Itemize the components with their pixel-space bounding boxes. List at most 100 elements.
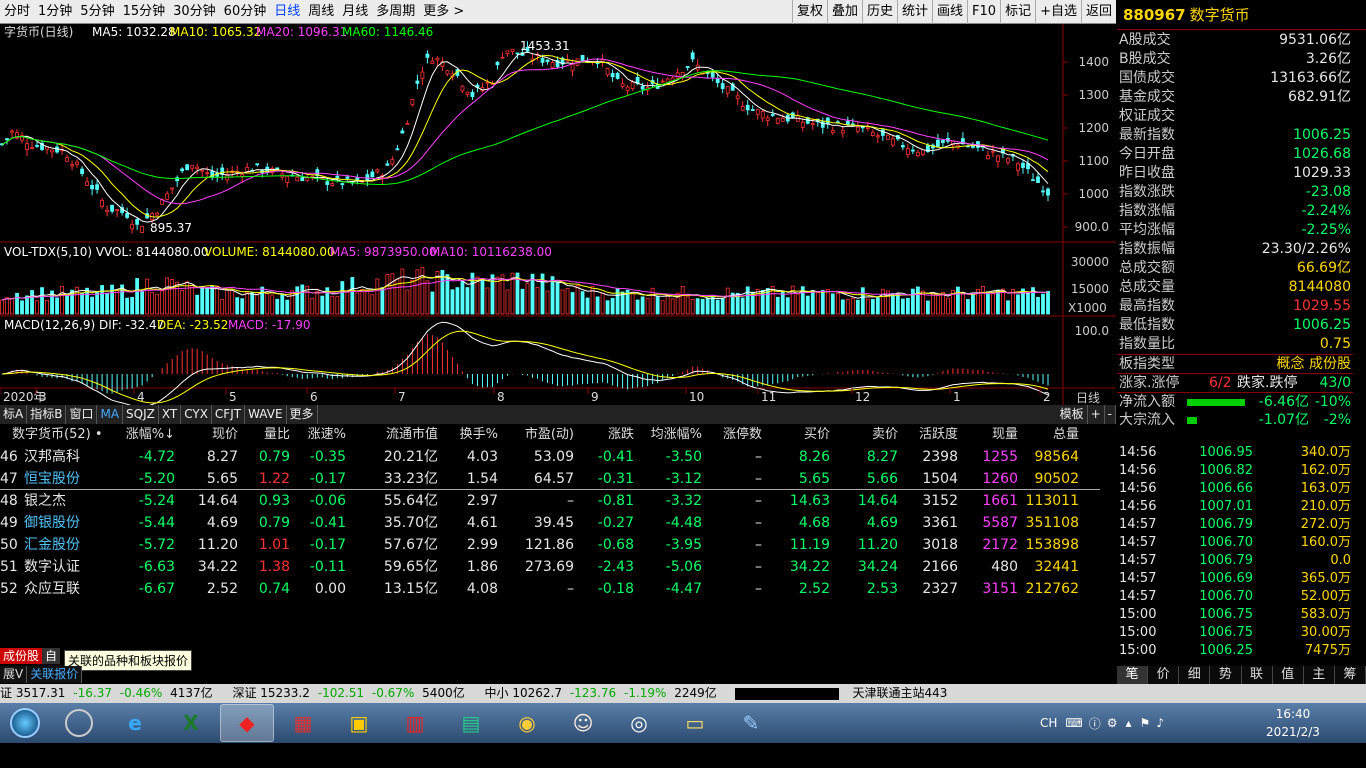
- tab-related-quotes[interactable]: 关联报价: [27, 666, 83, 683]
- right-tab[interactable]: 价: [1148, 666, 1180, 684]
- toolbar-button[interactable]: F10: [967, 0, 1000, 24]
- start-button[interactable]: [0, 704, 50, 742]
- stock-name[interactable]: 众应互联: [24, 578, 80, 600]
- stock-name[interactable]: 数字认证: [24, 556, 80, 578]
- right-tab[interactable]: 值: [1273, 666, 1304, 684]
- logo-icon[interactable]: ◎: [612, 704, 666, 742]
- tab-self[interactable]: 自: [42, 648, 61, 664]
- app-icon[interactable]: ▥: [388, 704, 442, 742]
- volume-icon[interactable]: ♪: [1156, 716, 1164, 730]
- indicator-tab[interactable]: MA: [97, 405, 124, 424]
- excel-icon[interactable]: X: [164, 704, 218, 742]
- stock-app-icon[interactable]: ◆: [220, 704, 274, 742]
- toolbar-button[interactable]: 叠加: [826, 0, 862, 24]
- indicator-tab[interactable]: 指标B: [27, 405, 67, 424]
- ie-icon[interactable]: e: [108, 704, 162, 742]
- stock-name[interactable]: 恒宝股份: [24, 468, 80, 490]
- template-button[interactable]: +: [1088, 405, 1105, 424]
- board-value[interactable]: 概念 成份股: [1277, 355, 1351, 374]
- table-row[interactable]: 47 恒宝股份 -5.20 5.65 1.22 -0.17 33.23亿 1.54 64.57 -…: [0, 468, 1100, 490]
- right-tab[interactable]: 细: [1179, 666, 1211, 684]
- table-row[interactable]: 51 数字认证 -6.63 34.22 1.38 -0.11 59.65亿 1.86 273.6…: [0, 556, 1100, 578]
- column-header[interactable]: 卖价: [872, 425, 898, 445]
- kline-chart-area[interactable]: 字货币(日线) MA5: 1032.28 MA10: 1065.32 MA20:…: [0, 24, 1116, 414]
- column-header[interactable]: 现量: [992, 425, 1018, 445]
- template-button[interactable]: -: [1105, 405, 1116, 424]
- toolbar-button[interactable]: 返回: [1080, 0, 1116, 24]
- chrome-icon[interactable]: ◉: [500, 704, 554, 742]
- column-header[interactable]: 现价: [212, 425, 238, 445]
- column-header[interactable]: 活跃度: [919, 425, 958, 445]
- toolbar-button[interactable]: 标记: [1000, 0, 1035, 24]
- indicator-tab[interactable]: SQJZ: [123, 405, 159, 424]
- right-tab[interactable]: 联: [1242, 666, 1273, 684]
- anime-icon[interactable]: ☺: [556, 704, 610, 742]
- calc-icon[interactable]: ▤: [444, 704, 498, 742]
- stock-name[interactable]: 汇金股份: [24, 534, 80, 556]
- period-tab[interactable]: 日线: [270, 0, 304, 24]
- period-tab[interactable]: 60分钟: [220, 0, 271, 24]
- column-header[interactable]: 数字货币(52) •: [12, 425, 103, 445]
- period-tab[interactable]: 30分钟: [169, 0, 220, 24]
- server-name[interactable]: 天津联通主站443: [852, 686, 947, 700]
- period-tab[interactable]: 5分钟: [76, 0, 118, 24]
- column-header[interactable]: 总量: [1053, 425, 1079, 445]
- clock[interactable]: 16:40 2021/2/3: [1258, 703, 1328, 743]
- indicator-tab[interactable]: 窗口: [66, 405, 98, 424]
- indicator-tab[interactable]: CYX: [181, 405, 212, 424]
- kline-svg[interactable]: 字货币(日线) MA5: 1032.28 MA10: 1065.32 MA20:…: [0, 24, 1116, 408]
- flag-icon[interactable]: ⚑: [1140, 716, 1151, 730]
- toolbar-button[interactable]: 统计: [897, 0, 932, 24]
- notepad-icon[interactable]: ✎: [724, 704, 778, 742]
- indicator-tab[interactable]: 更多: [287, 405, 318, 424]
- indicator-tab[interactable]: XT: [159, 405, 182, 424]
- period-tab[interactable]: 月线: [338, 0, 372, 24]
- column-header[interactable]: 涨速%: [308, 425, 346, 445]
- column-header[interactable]: 均涨幅%: [651, 425, 702, 445]
- stock-name[interactable]: 御银股份: [24, 512, 80, 534]
- column-header[interactable]: 涨停数: [723, 425, 762, 445]
- toolbar-button[interactable]: 复权: [791, 0, 827, 24]
- expand-tray-icon[interactable]: ▴: [1126, 716, 1132, 730]
- archive-icon[interactable]: ▦: [276, 704, 330, 742]
- period-tab[interactable]: 分时: [0, 0, 34, 24]
- right-tab[interactable]: 筹: [1335, 666, 1366, 684]
- period-tab[interactable]: 多周期: [372, 0, 419, 24]
- period-tab[interactable]: 15分钟: [119, 0, 170, 24]
- column-header[interactable]: 涨跌: [608, 425, 634, 445]
- tab-constituents[interactable]: 成份股: [0, 648, 43, 664]
- table-row[interactable]: 50 汇金股份 -5.72 11.20 1.01 -0.17 57.67亿 2.99 121.8…: [0, 534, 1100, 556]
- period-tab[interactable]: 周线: [304, 0, 338, 24]
- right-tab[interactable]: 笔: [1117, 666, 1149, 684]
- column-header[interactable]: 市盈(动): [525, 425, 574, 445]
- table-row[interactable]: 49 御银股份 -5.44 4.69 0.79 -0.41 35.70亿 4.61 39.45 -…: [0, 512, 1100, 534]
- table-row[interactable]: 48 银之杰 -5.24 14.64 0.93 -0.06 55.64亿 2.97 – -0.81…: [0, 490, 1100, 512]
- folder-icon[interactable]: ▣: [332, 704, 386, 742]
- column-header[interactable]: 换手%: [460, 425, 498, 445]
- settings-icon[interactable]: ⚙: [1107, 716, 1118, 730]
- tab-expand[interactable]: 展V: [0, 666, 28, 683]
- table-row[interactable]: 52 众应互联 -6.67 2.52 0.74 0.00 13.15亿 4.08 – -0.18 -…: [0, 578, 1100, 600]
- keyboard-icon[interactable]: ⌨: [1065, 716, 1082, 730]
- column-header[interactable]: 流通市值: [386, 425, 438, 445]
- column-header[interactable]: 涨幅%↓: [126, 425, 175, 445]
- period-tab[interactable]: 更多 >: [419, 0, 468, 24]
- toolbar-button[interactable]: +自选: [1035, 0, 1081, 24]
- indicator-tab[interactable]: 标A: [0, 405, 28, 424]
- stock-name[interactable]: 汉邦高科: [24, 446, 80, 468]
- indicator-tab[interactable]: CFJT: [212, 405, 246, 424]
- explorer-icon[interactable]: ▭: [668, 704, 722, 742]
- toolbar-button[interactable]: 历史: [861, 0, 897, 24]
- table-row[interactable]: 46 汉邦高科 -4.72 8.27 0.79 -0.35 20.21亿 4.03 53.09 -…: [0, 446, 1100, 468]
- template-button[interactable]: 模板: [1057, 405, 1088, 424]
- toolbar-button[interactable]: 画线: [932, 0, 967, 24]
- help-icon[interactable]: ⓘ: [1089, 715, 1101, 732]
- stock-name[interactable]: 银之杰: [24, 490, 66, 512]
- period-tab[interactable]: 1分钟: [34, 0, 76, 24]
- right-tab[interactable]: 主: [1304, 666, 1335, 684]
- indicator-tab[interactable]: WAVE: [245, 405, 287, 424]
- column-header[interactable]: 买价: [804, 425, 830, 445]
- language-indicator[interactable]: CH: [1040, 716, 1057, 730]
- network-icon[interactable]: [52, 704, 106, 742]
- column-header[interactable]: 量比: [264, 425, 290, 445]
